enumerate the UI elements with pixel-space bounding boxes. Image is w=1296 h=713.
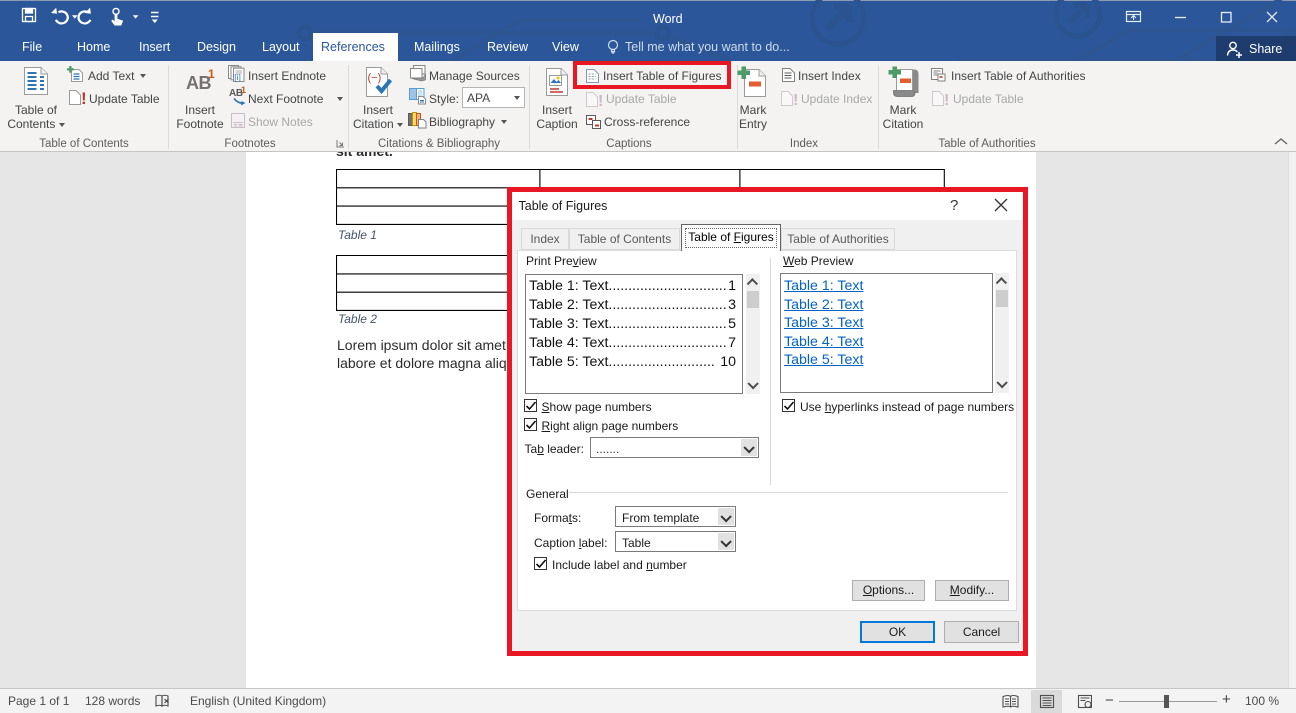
svg-text:!: ! (81, 89, 87, 106)
svg-text:!: ! (598, 93, 603, 108)
svg-text:(−): (−) (368, 72, 382, 84)
svg-text:!: ! (793, 92, 798, 107)
svg-text:!: ! (944, 92, 949, 107)
svg-text:[i]: [i] (234, 72, 241, 82)
